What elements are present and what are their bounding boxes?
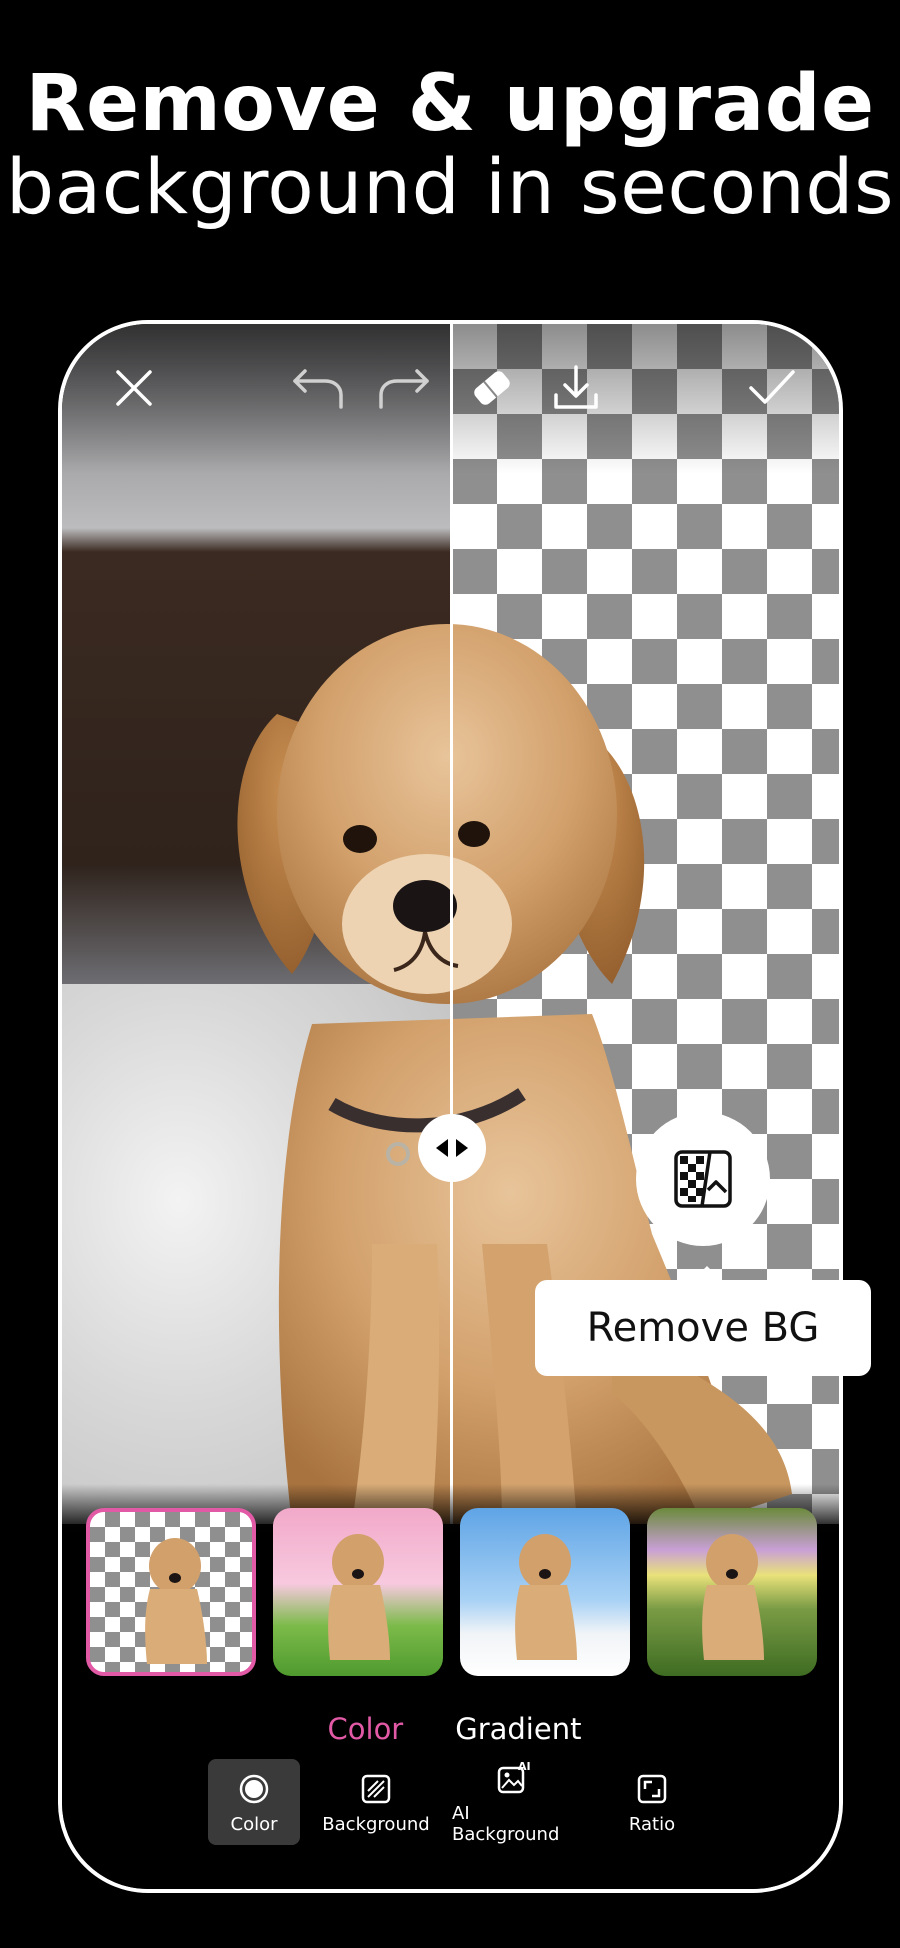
svg-text:AI: AI [518, 1760, 531, 1773]
close-icon [116, 370, 152, 406]
thumbnail-dog [515, 1534, 577, 1660]
tab-gradient[interactable]: Gradient [455, 1704, 581, 1754]
close-button[interactable] [104, 358, 164, 418]
checkmark-icon [749, 370, 795, 404]
thumbnail-dog [145, 1538, 207, 1664]
tool-ai-background[interactable]: AI AI Background [452, 1759, 576, 1845]
remove-bg-tooltip: Remove BG [535, 1266, 871, 1376]
background-pattern-icon [361, 1774, 391, 1803]
ratio-icon [637, 1774, 667, 1803]
headline: Remove & upgrade background in seconds [0, 62, 900, 228]
thumbnail-dog [328, 1534, 390, 1660]
eraser-button[interactable] [462, 358, 522, 418]
eraser-icon [474, 371, 510, 405]
tool-ai-background-label: AI Background [452, 1803, 560, 1845]
dog-subject [237, 624, 792, 1524]
bottom-tools: Color Background AI AI Background Ratio [208, 1759, 714, 1845]
background-thumbnails [86, 1508, 826, 1676]
headline-line-1: Remove & upgrade [25, 59, 875, 149]
thumbnail-transparent[interactable] [86, 1508, 256, 1676]
remove-bg-button[interactable] [636, 1112, 770, 1246]
thumbnail-sky-clouds[interactable] [460, 1508, 630, 1676]
thumbnail-dog [702, 1534, 764, 1660]
tab-color[interactable]: Color [328, 1704, 404, 1754]
tool-background[interactable]: Background [314, 1759, 438, 1845]
download-icon [554, 365, 598, 409]
undo-icon [293, 369, 343, 409]
color-circle-icon [239, 1774, 269, 1803]
headline-line-2: background in seconds [5, 142, 895, 231]
tool-color[interactable]: Color [208, 1759, 300, 1845]
remove-bg-icon [674, 1150, 732, 1208]
thumbnail-pink-meadow[interactable] [273, 1508, 443, 1676]
compare-handle[interactable] [418, 1114, 486, 1182]
tool-ratio[interactable]: Ratio [590, 1759, 714, 1845]
ai-background-icon: AI [497, 1760, 531, 1794]
background-type-tabs: Color Gradient [62, 1704, 839, 1754]
compare-arrows-icon [436, 1139, 468, 1157]
thumbnail-flower-garden[interactable] [647, 1508, 817, 1676]
compare-divider[interactable] [450, 324, 453, 1524]
tool-ratio-label: Ratio [628, 1813, 676, 1835]
tool-color-label: Color [230, 1813, 278, 1835]
apply-button[interactable] [742, 358, 802, 418]
undo-button[interactable] [288, 358, 348, 418]
tool-background-label: Background [322, 1813, 430, 1835]
download-button[interactable] [546, 358, 606, 418]
redo-button[interactable] [374, 358, 434, 418]
phone-frame: Color Gradient Color Background AI AI Ba… [58, 320, 843, 1893]
redo-icon [379, 369, 429, 409]
